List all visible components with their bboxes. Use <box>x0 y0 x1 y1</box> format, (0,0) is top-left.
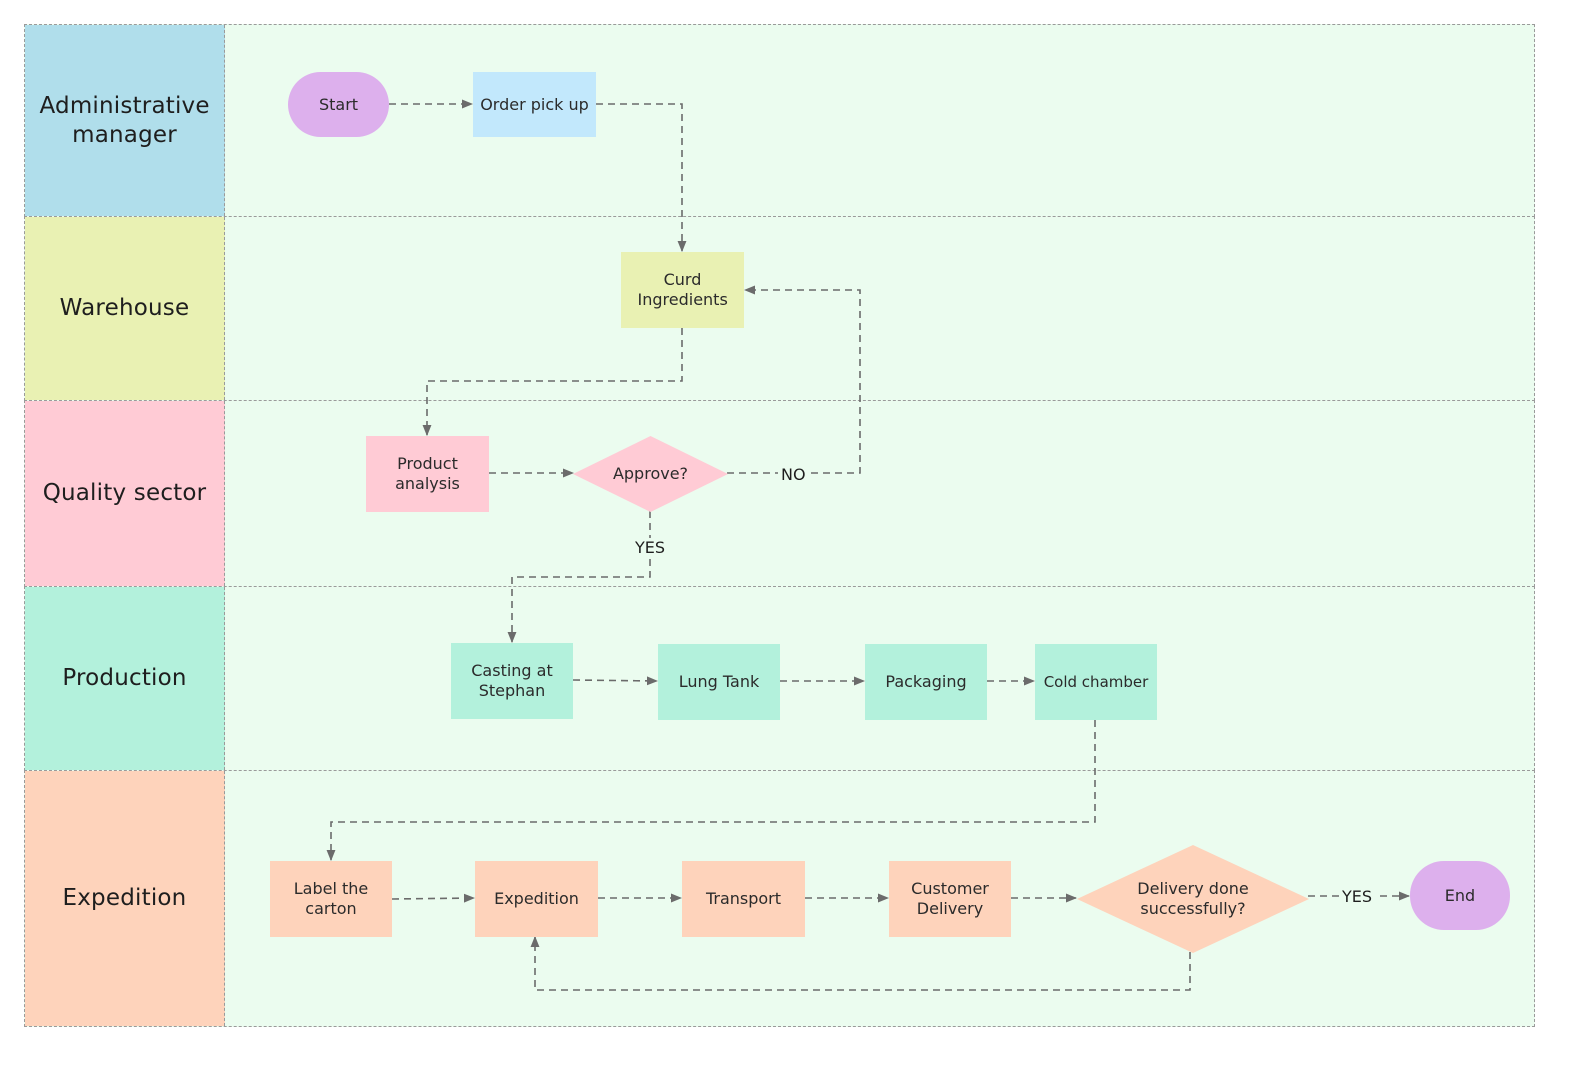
node-packaging[interactable]: Packaging <box>865 644 987 720</box>
node-cold-chamber[interactable]: Cold chamber <box>1035 644 1157 720</box>
node-lung-tank[interactable]: Lung Tank <box>658 644 780 720</box>
edge-label-no: NO <box>778 465 809 484</box>
node-label: Product analysis <box>395 454 460 493</box>
lane-label: Warehouse <box>59 295 190 321</box>
lane-label: Expedition <box>62 885 187 911</box>
node-label: Casting at Stephan <box>471 661 553 700</box>
node-delivery-done-decision[interactable]: Delivery done successfully? <box>1077 845 1309 953</box>
node-label: Curd Ingredients <box>637 270 728 309</box>
node-customer-delivery[interactable]: Customer Delivery <box>889 861 1011 937</box>
node-casting-at-stephan[interactable]: Casting at Stephan <box>451 643 573 719</box>
node-transport[interactable]: Transport <box>682 861 805 937</box>
lane-label: Production <box>62 665 187 691</box>
swimlane-flowchart: Administrative manager Warehouse Quality… <box>0 0 1592 1068</box>
node-label: Start <box>318 94 359 114</box>
lane-label: Quality sector <box>42 480 207 506</box>
node-label: Transport <box>705 889 782 908</box>
node-order-pick-up[interactable]: Order pick up <box>473 72 596 137</box>
lane-quality-sector: Quality sector <box>24 400 1535 587</box>
node-label: Lung Tank <box>678 672 760 691</box>
node-start[interactable]: Start <box>288 72 389 137</box>
node-product-analysis[interactable]: Product analysis <box>366 436 489 512</box>
node-approve-decision[interactable]: Approve? <box>573 436 728 512</box>
lane-label: Administrative manager <box>39 92 210 148</box>
lane-header-expedition: Expedition <box>25 771 225 1026</box>
lane-administrative-manager: Administrative manager <box>24 24 1535 217</box>
node-label: Delivery done successfully? <box>1137 879 1249 918</box>
node-label: Cold chamber <box>1043 673 1149 691</box>
node-label: End <box>1444 885 1476 905</box>
lane-header-quality-sector: Quality sector <box>25 401 225 586</box>
node-label: Packaging <box>885 672 967 691</box>
edge-label-yes-approve: YES <box>632 538 669 557</box>
node-label: Approve? <box>612 464 689 483</box>
node-expedition[interactable]: Expedition <box>475 861 598 937</box>
node-end[interactable]: End <box>1410 861 1510 930</box>
lane-warehouse: Warehouse <box>24 216 1535 401</box>
node-curd-ingredients[interactable]: Curd Ingredients <box>621 252 744 328</box>
node-label: Label the carton <box>293 879 369 918</box>
lane-header-production: Production <box>25 587 225 770</box>
edge-label-yes-delivery: YES <box>1339 887 1376 906</box>
node-label: Customer Delivery <box>911 879 989 918</box>
node-label: Order pick up <box>480 94 589 114</box>
lane-header-warehouse: Warehouse <box>25 217 225 400</box>
lane-header-administrative-manager: Administrative manager <box>25 25 225 216</box>
node-label: Expedition <box>494 889 579 908</box>
node-label-the-carton[interactable]: Label the carton <box>270 861 392 937</box>
